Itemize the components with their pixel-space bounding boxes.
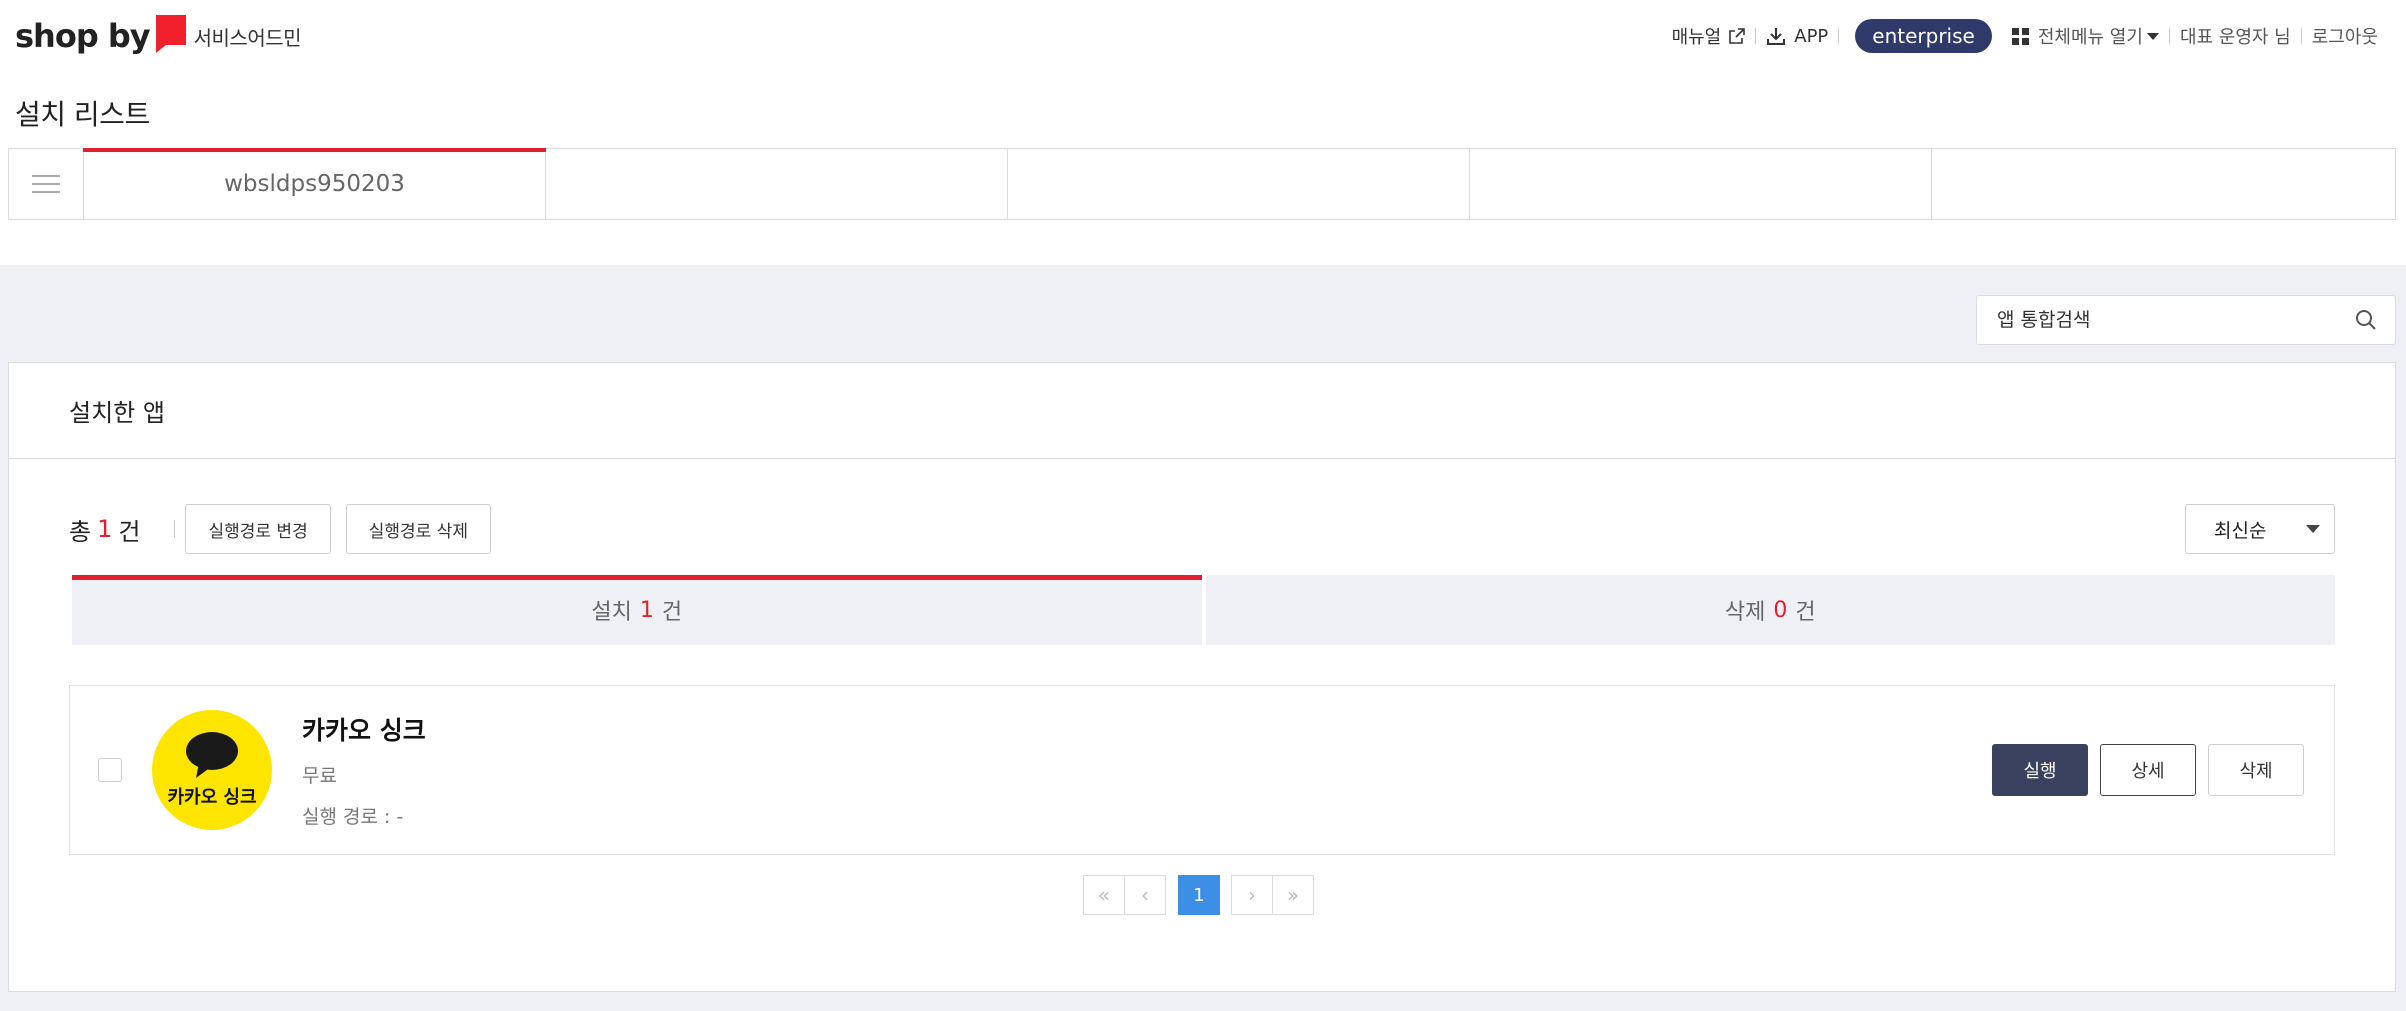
tab-workspace-2[interactable] [546, 149, 1008, 219]
tab-deleted[interactable]: 삭제 0 건 [1205, 575, 2335, 645]
speech-bubble-icon [186, 732, 238, 778]
app-download-link[interactable]: APP [1756, 26, 1838, 47]
app-price: 무료 [302, 765, 337, 787]
app-run-path: 실행 경로 : - [302, 806, 404, 828]
tab-workspace-5[interactable] [1932, 149, 2395, 219]
total-number: 1 [97, 515, 113, 543]
tab-workspace-3[interactable] [1008, 149, 1470, 219]
section-title: 설치한 앱 [9, 363, 2395, 459]
total-count: 총 1 건 [69, 512, 140, 547]
hamburger-menu-icon[interactable] [9, 149, 84, 219]
tab-suffix: 건 [661, 600, 683, 625]
external-link-icon [1729, 28, 1746, 44]
first-page-button[interactable]: « [1083, 875, 1125, 915]
pagination: « ‹ 1 › » [1083, 875, 1314, 915]
tab-suffix: 건 [1795, 600, 1816, 625]
header-actions: 매뉴얼 APP enterprise 전체메뉴 열기 대표 운영자 님 로그아웃 [1662, 19, 2388, 53]
app-label: APP [1794, 25, 1829, 47]
app-search-input[interactable] [1997, 309, 2355, 331]
brand[interactable]: shop by 서비스어드민 [15, 15, 302, 55]
caret-down-icon [2306, 525, 2320, 533]
delete-path-button[interactable]: 실행경로 삭제 [345, 504, 491, 554]
tab-label: 설치 [591, 600, 632, 625]
detail-button[interactable]: 상세 [2100, 744, 2196, 796]
logo-text: 카카오 싱크 [167, 787, 257, 808]
manual-link[interactable]: 매뉴얼 [1662, 23, 1756, 49]
logout-link[interactable]: 로그아웃 [2302, 23, 2388, 49]
tab-workspace-4[interactable] [1470, 149, 1932, 219]
list-item: 카카오 싱크 카카오 싱크 무료 실행 경로 : - 실행 상세 삭제 [69, 685, 2335, 855]
run-button[interactable]: 실행 [1992, 744, 2088, 796]
change-path-button[interactable]: 실행경로 변경 [185, 504, 331, 554]
kakao-sync-logo: 카카오 싱크 [152, 710, 272, 830]
download-icon [1767, 28, 1786, 45]
logo-flag-icon [155, 15, 186, 53]
list-toolbar: 총 1 건 실행경로 변경 실행경로 삭제 최신순 [69, 503, 2335, 555]
caret-down-icon [2146, 32, 2159, 40]
manual-label: 매뉴얼 [1671, 27, 1722, 48]
delete-button[interactable]: 삭제 [2208, 744, 2304, 796]
app-name: 카카오 싱크 [302, 716, 426, 745]
total-prefix: 총 [69, 517, 92, 546]
next-page-button[interactable]: › [1231, 875, 1273, 915]
page-number[interactable]: 1 [1178, 875, 1220, 915]
workspace-tabs: wbsldps950203 [8, 148, 2396, 220]
tab-label: 삭제 [1724, 600, 1766, 625]
all-menu-toggle[interactable]: 전체메뉴 열기 [2002, 23, 2169, 49]
divider [174, 520, 176, 538]
user-name: 대표 운영자 님 [2179, 27, 2291, 48]
prev-page-button[interactable]: ‹ [1124, 875, 1166, 915]
sort-value: 최신순 [2214, 519, 2267, 542]
search-icon[interactable] [2355, 309, 2377, 331]
logo-text: shop by [15, 17, 151, 55]
all-menu-label: 전체메뉴 열기 [2037, 27, 2143, 48]
grid-icon [2011, 27, 2029, 45]
app-checkbox[interactable] [98, 758, 122, 782]
app-search [1976, 295, 2396, 345]
page-title: 설치 리스트 [15, 98, 150, 131]
tab-count: 0 [1773, 597, 1788, 623]
plan-badge: enterprise [1855, 19, 1992, 53]
tab-count: 1 [639, 597, 654, 623]
status-tabs: 설치 1 건 삭제 0 건 [72, 575, 2335, 645]
app-info: 카카오 싱크 무료 실행 경로 : - [302, 711, 426, 829]
tab-installed[interactable]: 설치 1 건 [72, 575, 1202, 645]
tab-workspace-1[interactable]: wbsldps950203 [83, 148, 546, 219]
service-label: 서비스어드민 [193, 25, 302, 50]
row-actions: 실행 상세 삭제 [1992, 744, 2304, 796]
installed-apps-card: 설치한 앱 총 1 건 실행경로 변경 실행경로 삭제 최신순 설치 1 건 삭… [8, 362, 2396, 992]
total-suffix: 건 [118, 517, 141, 546]
top-header: shop by 서비스어드민 매뉴얼 APP enterprise 전체메뉴 열… [0, 0, 2406, 72]
divider [1838, 28, 1840, 44]
last-page-button[interactable]: » [1272, 875, 1314, 915]
sort-select[interactable]: 최신순 [2185, 504, 2335, 554]
